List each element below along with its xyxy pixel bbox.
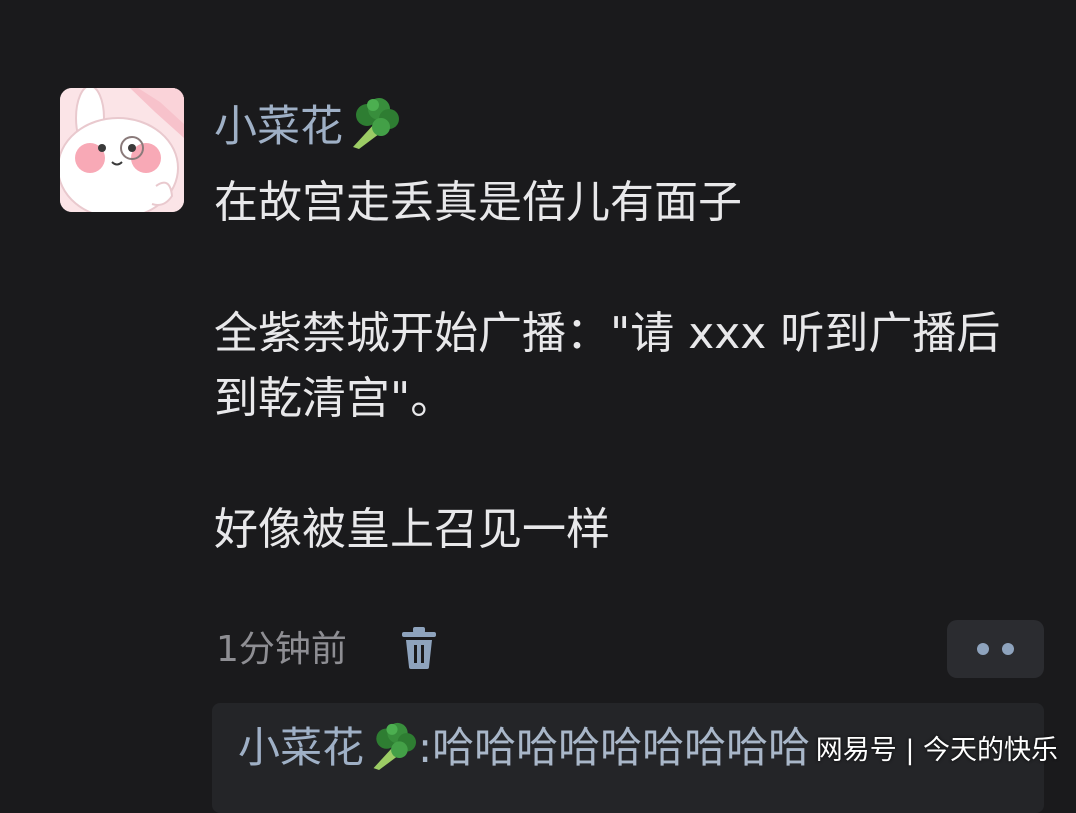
comment-paragraph: 好像被皇上召见一样 xyxy=(214,504,610,555)
bunny-avatar-image xyxy=(60,88,184,212)
reply-line[interactable]: 小菜花 :哈哈哈哈哈哈哈哈哈 xyxy=(238,716,810,788)
comment-card: 小菜花 在故宫走丢真是倍儿有面子 全紫禁城开始广播："请 xxx 听到广播后到乾… xyxy=(0,0,1076,813)
source-watermark: 网易号 | 今天的快乐 xyxy=(815,735,1058,766)
broccoli-icon xyxy=(366,722,418,788)
comment-body: 在故宫走丢真是倍儿有面子 全紫禁城开始广播："请 xxx 听到广播后到乾清宫"。… xyxy=(214,170,1034,562)
more-dots-icon xyxy=(977,643,989,655)
trash-icon[interactable] xyxy=(400,627,438,669)
comment-timestamp: 1分钟前 xyxy=(216,629,347,670)
username-text: 小菜花 xyxy=(214,102,343,152)
comment-paragraph: 全紫禁城开始广播："请 xxx 听到广播后到乾清宫"。 xyxy=(214,308,1001,424)
comment-paragraph: 在故宫走丢真是倍儿有面子 xyxy=(214,177,742,228)
comment-username[interactable]: 小菜花 xyxy=(214,96,401,166)
user-avatar[interactable] xyxy=(60,88,184,212)
reply-username[interactable]: 小菜花 xyxy=(238,722,418,772)
more-options-button[interactable] xyxy=(947,620,1044,678)
reply-separator: : xyxy=(418,723,433,772)
reply-text: 哈哈哈哈哈哈哈哈哈 xyxy=(432,723,811,772)
broccoli-icon xyxy=(345,97,401,166)
